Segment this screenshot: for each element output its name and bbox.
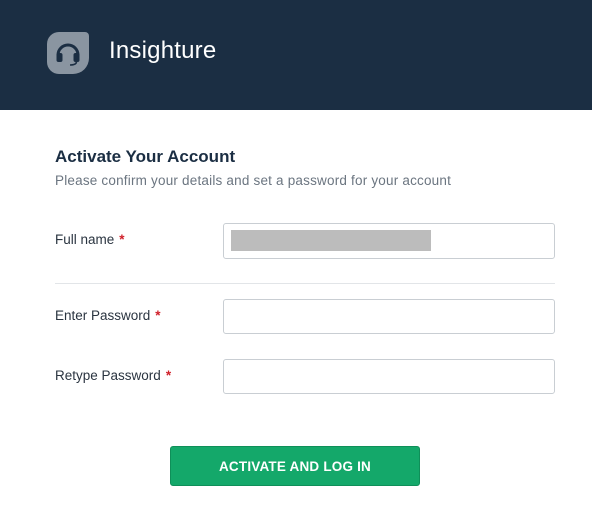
password-label-text: Enter Password — [55, 308, 151, 323]
retype-password-label: Retype Password * — [55, 368, 171, 383]
retype-password-field[interactable] — [223, 359, 555, 394]
activate-and-login-button[interactable]: ACTIVATE AND LOG IN — [170, 446, 420, 486]
logo — [47, 32, 89, 74]
required-marker: * — [155, 308, 161, 323]
headset-icon — [56, 43, 80, 66]
redacted-value — [231, 230, 431, 251]
full-name-field[interactable] — [223, 223, 555, 259]
full-name-label-text: Full name — [55, 232, 115, 247]
page-subtitle: Please confirm your details and set a pa… — [55, 173, 452, 188]
password-label: Enter Password * — [55, 308, 161, 323]
password-input[interactable] — [224, 300, 554, 333]
required-marker: * — [165, 368, 172, 383]
top-header: Insighture — [0, 0, 592, 110]
required-marker: * — [119, 232, 125, 247]
retype-password-label-text: Retype Password — [55, 368, 161, 383]
password-field[interactable] — [223, 299, 555, 334]
brand-name: Insighture — [109, 37, 217, 64]
page-title: Activate Your Account — [55, 147, 236, 166]
full-name-label: Full name * — [55, 232, 125, 247]
retype-password-input[interactable] — [224, 360, 554, 393]
section-divider — [55, 283, 555, 284]
